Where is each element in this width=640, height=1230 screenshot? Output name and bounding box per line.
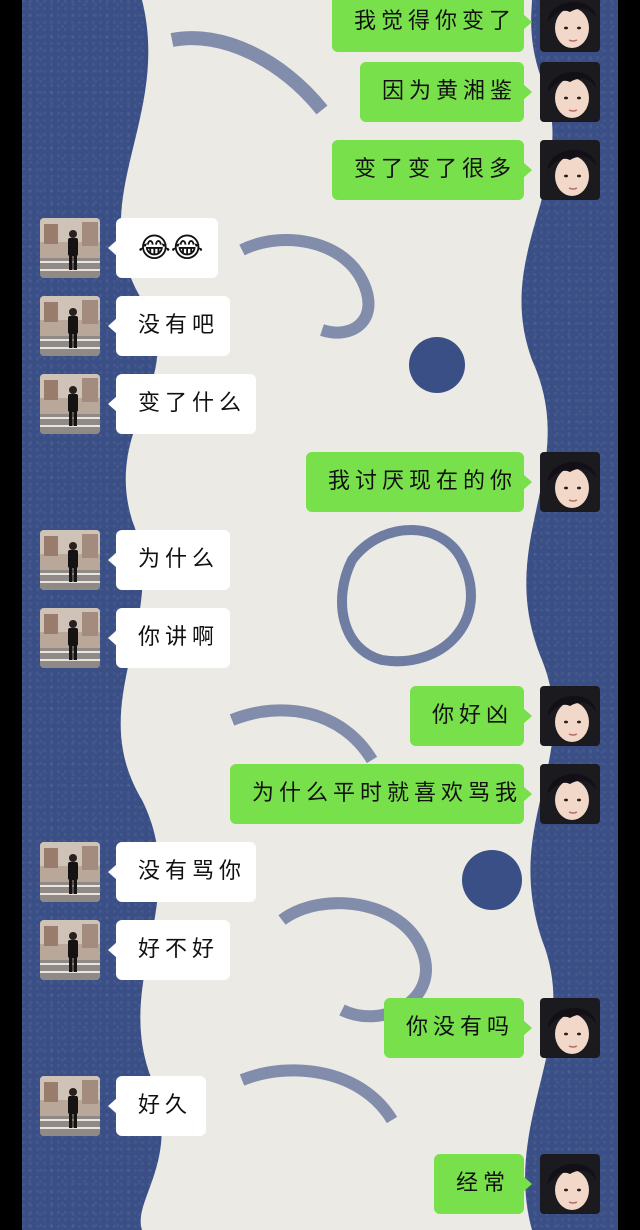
boy-portrait-svg [540, 1154, 600, 1214]
boy-portrait-svg [540, 452, 600, 512]
contact-avatar[interactable] [40, 530, 100, 590]
street-photo-svg [40, 218, 100, 278]
chat-message-row: 你没有吗 [0, 998, 640, 1058]
street-photo-svg [40, 1076, 100, 1136]
sent-message-bubble[interactable]: 变了变了很多 [332, 140, 532, 200]
boy-portrait-svg [540, 140, 600, 200]
received-message-bubble[interactable]: 好久 [108, 1076, 206, 1136]
sent-message-bubble[interactable]: 我讨厌现在的你 [306, 452, 532, 512]
sender-avatar[interactable] [540, 452, 600, 512]
street-photo-svg [40, 920, 100, 980]
chat-message-row: 没有吧 [0, 296, 640, 356]
received-message-bubble[interactable]: 好不好 [108, 920, 230, 980]
chat-message-row: 为什么 [0, 530, 640, 590]
contact-avatar[interactable] [40, 842, 100, 902]
chat-message-row: 为什么平时就喜欢骂我 [0, 764, 640, 824]
sender-avatar[interactable] [540, 62, 600, 122]
contact-avatar[interactable] [40, 374, 100, 434]
boy-portrait-svg [540, 998, 600, 1058]
chat-message-row: 我讨厌现在的你 [0, 452, 640, 512]
sent-message-bubble[interactable]: 因为黄湘鉴 [360, 62, 532, 122]
chat-message-row: 经常 [0, 1154, 640, 1214]
received-message-bubble[interactable]: 变了什么 [108, 374, 256, 434]
chat-screen: 我觉得你变了因为黄湘鉴变了变了很多 😂😂 没有吧变了什么 我讨厌现在的你为什么你讲啊你… [0, 0, 640, 1230]
boy-portrait-svg [540, 62, 600, 122]
received-message-bubble[interactable]: 你讲啊 [108, 608, 230, 668]
contact-avatar[interactable] [40, 608, 100, 668]
received-message-bubble[interactable]: 😂😂 [108, 218, 218, 278]
sender-avatar[interactable] [540, 764, 600, 824]
sender-avatar[interactable] [540, 998, 600, 1058]
boy-portrait-svg [540, 764, 600, 824]
sent-message-bubble[interactable]: 为什么平时就喜欢骂我 [230, 764, 532, 824]
sender-avatar[interactable] [540, 0, 600, 52]
received-message-bubble[interactable]: 为什么 [108, 530, 230, 590]
street-photo-svg [40, 374, 100, 434]
received-message-bubble[interactable]: 没有骂你 [108, 842, 256, 902]
sent-message-bubble[interactable]: 我觉得你变了 [332, 0, 532, 52]
street-photo-svg [40, 296, 100, 356]
chat-message-row: 好久 [0, 1076, 640, 1136]
sent-message-bubble[interactable]: 你没有吗 [384, 998, 532, 1058]
street-photo-svg [40, 608, 100, 668]
sent-message-bubble[interactable]: 经常 [434, 1154, 532, 1214]
contact-avatar[interactable] [40, 1076, 100, 1136]
chat-message-row: 变了变了很多 [0, 140, 640, 200]
sent-message-bubble[interactable]: 你好凶 [410, 686, 532, 746]
sender-avatar[interactable] [540, 686, 600, 746]
boy-portrait-svg [540, 0, 600, 52]
chat-message-row: 因为黄湘鉴 [0, 62, 640, 122]
sender-avatar[interactable] [540, 1154, 600, 1214]
street-photo-svg [40, 530, 100, 590]
chat-message-row: 你讲啊 [0, 608, 640, 668]
chat-message-row: 没有骂你 [0, 842, 640, 902]
chat-message-row: 好不好 [0, 920, 640, 980]
chat-message-row: 变了什么 [0, 374, 640, 434]
chat-message-row: 😂😂 [0, 218, 640, 278]
received-message-bubble[interactable]: 没有吧 [108, 296, 230, 356]
chat-message-row: 我觉得你变了 [0, 0, 640, 52]
contact-avatar[interactable] [40, 296, 100, 356]
chat-message-row: 你好凶 [0, 686, 640, 746]
sender-avatar[interactable] [540, 140, 600, 200]
contact-avatar[interactable] [40, 218, 100, 278]
boy-portrait-svg [540, 686, 600, 746]
street-photo-svg [40, 842, 100, 902]
contact-avatar[interactable] [40, 920, 100, 980]
